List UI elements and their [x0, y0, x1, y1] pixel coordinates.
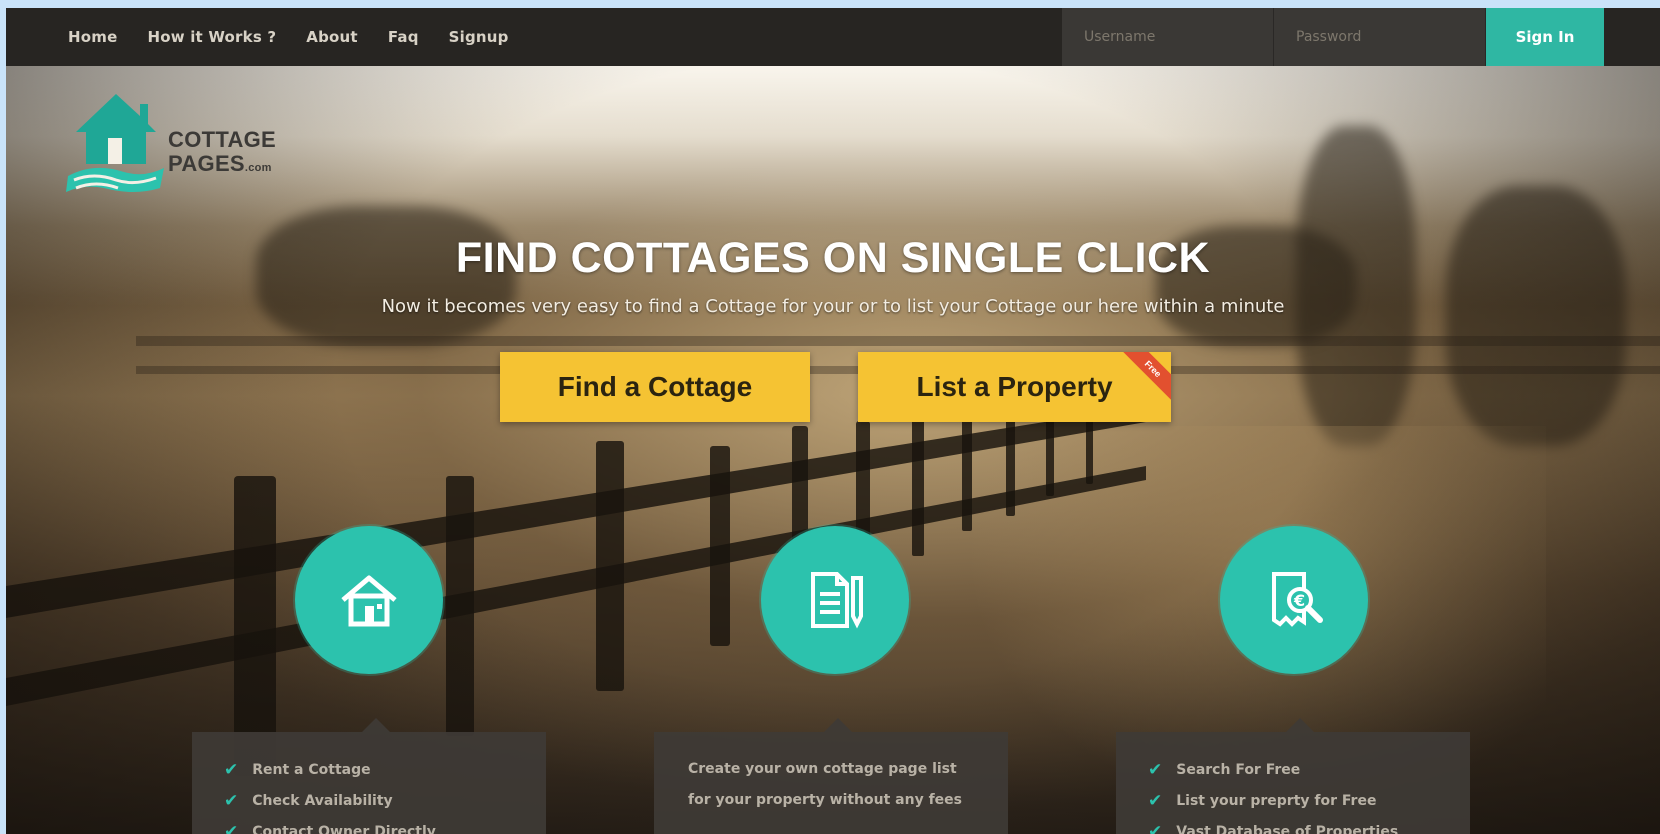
login-form: Sign In: [1062, 8, 1604, 66]
list-item: ✔ Rent a Cottage: [224, 754, 546, 785]
logo-line-1: COTTAGE: [168, 127, 277, 152]
feature-search-circle[interactable]: €: [1220, 526, 1368, 674]
sign-in-button[interactable]: Sign In: [1486, 8, 1604, 66]
nav-how-it-works[interactable]: How it Works ?: [147, 28, 276, 46]
feature-search-item-2: List your preprty for Free: [1176, 792, 1377, 809]
find-cottage-button[interactable]: Find a Cottage: [500, 352, 810, 422]
feature-rent-panel: ✔ Rent a Cottage ✔ Check Availability ✔ Con…: [192, 718, 546, 834]
cottage-logo-icon: [66, 94, 164, 192]
receipt-search-icon: €: [1272, 572, 1323, 627]
feature-rent-circle[interactable]: [295, 526, 443, 674]
app-frame: Home How it Works ? About Faq Signup Sig…: [6, 8, 1660, 834]
hero-subline: Now it becomes very easy to find a Cotta…: [381, 296, 1285, 317]
site-logo[interactable]: COTTAGE PAGES.com: [64, 92, 294, 202]
feature-rent-item-3: Contact Owner Directly: [252, 823, 436, 834]
username-input[interactable]: [1062, 8, 1274, 66]
house-icon: [341, 575, 397, 627]
nav-signup[interactable]: Signup: [449, 28, 509, 46]
feature-rent-item-1: Rent a Cottage: [252, 761, 371, 778]
svg-text:€: €: [1293, 591, 1305, 610]
feature-create-circle[interactable]: [761, 526, 909, 674]
nav-home[interactable]: Home: [68, 28, 117, 46]
feature-search-item-3: Vast Database of Properties: [1176, 823, 1399, 834]
feature-search-item-1: Search For Free: [1176, 761, 1301, 778]
top-bar: Home How it Works ? About Faq Signup Sig…: [6, 8, 1660, 66]
free-ribbon: Free: [1118, 352, 1171, 404]
check-icon: ✔: [1148, 821, 1163, 834]
feature-search-panel: ✔ Search For Free ✔ List your preprty for …: [1116, 718, 1470, 834]
list-item: ✔ Check Availability: [224, 785, 546, 816]
list-property-button[interactable]: List a Property Free: [858, 352, 1171, 422]
feature-rent-item-2: Check Availability: [252, 792, 393, 809]
list-item: ✔ Contact Owner Directly: [224, 816, 546, 834]
main-nav: Home How it Works ? About Faq Signup: [68, 8, 509, 66]
check-icon: ✔: [224, 821, 239, 834]
logo-line-2: PAGES.com: [168, 152, 276, 180]
nav-about[interactable]: About: [306, 28, 358, 46]
list-item: ✔ List your preprty for Free: [1148, 785, 1470, 816]
feature-create-panel: Create your own cottage page list for yo…: [654, 718, 1008, 834]
logo-line-2-text: PAGES: [168, 151, 245, 176]
password-input[interactable]: [1274, 8, 1486, 66]
feature-create-text: Create your own cottage page list for yo…: [688, 761, 963, 808]
nav-faq[interactable]: Faq: [388, 28, 419, 46]
logo-wordmark: COTTAGE PAGES.com: [168, 128, 276, 180]
check-icon: ✔: [1148, 790, 1163, 811]
document-pencil-icon: [811, 572, 863, 629]
check-icon: ✔: [224, 790, 239, 811]
hero-section: COTTAGE PAGES.com FIND COTTAGES ON SINGL…: [6, 66, 1660, 834]
check-icon: ✔: [1148, 759, 1163, 780]
list-item: ✔ Search For Free: [1148, 754, 1470, 785]
list-property-label: List a Property: [916, 371, 1113, 402]
check-icon: ✔: [224, 759, 239, 780]
logo-suffix: .com: [244, 162, 272, 174]
find-cottage-label: Find a Cottage: [557, 371, 753, 402]
list-item: ✔ Vast Database of Properties: [1148, 816, 1470, 834]
hero-headline: FIND COTTAGES ON SINGLE CLICK: [455, 234, 1211, 282]
